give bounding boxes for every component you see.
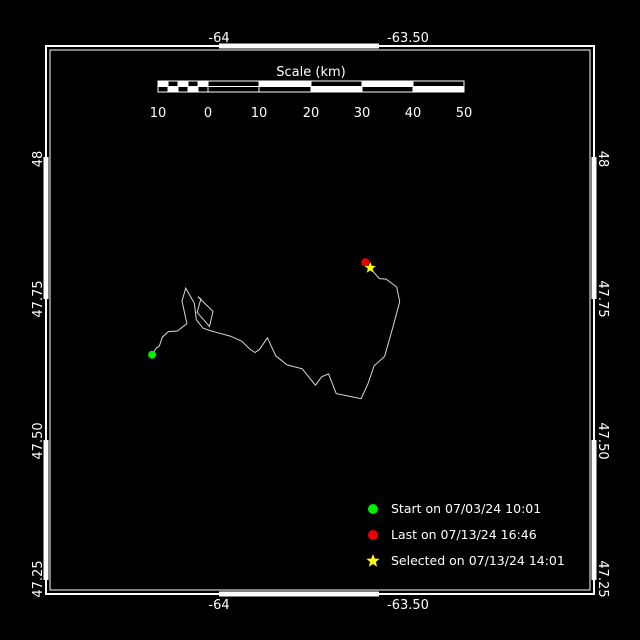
last-marker[interactable] — [361, 258, 370, 267]
top-axis-label-lon2: -63.50 — [387, 31, 429, 46]
legend-start-dot-icon — [368, 504, 378, 514]
legend-selected-label: Selected on 07/13/24 14:01 — [391, 553, 565, 568]
scale-tick-label: 40 — [405, 106, 422, 121]
legend-last-dot-icon — [368, 530, 378, 540]
legend-selected-star-icon — [366, 554, 380, 567]
scale-tick-label: 20 — [303, 106, 320, 121]
scale-tick-label: 10 — [251, 106, 268, 121]
top-axis-label-lon1: -64 — [208, 31, 229, 46]
right-axis-label-lat2: 47.75 — [595, 280, 610, 317]
legend-last-label: Last on 07/13/24 16:46 — [391, 527, 537, 542]
right-axis-label-lat3: 47.50 — [595, 422, 610, 459]
right-axis-label-lat4: 47.25 — [595, 560, 610, 597]
scale-tick-label: 30 — [354, 106, 371, 121]
start-marker[interactable] — [148, 350, 157, 359]
scale-bar: Scale (km) 10 0 10 20 30 40 50 — [150, 65, 473, 121]
left-axis-label-lat3: 47.50 — [31, 422, 46, 459]
map-canvas[interactable]: -64 -63.50 -64 -63.50 48 47.75 47.50 47.… — [0, 0, 640, 640]
drifter-track-loop[interactable] — [196, 296, 214, 328]
scale-tick-label: 0 — [204, 106, 212, 121]
legend-start-label: Start on 07/03/24 10:01 — [391, 501, 541, 516]
left-axis-label-lat4: 47.25 — [31, 560, 46, 597]
scale-title: Scale (km) — [276, 65, 345, 80]
left-axis-label-lat2: 47.75 — [31, 280, 46, 317]
scale-tick-label: 10 — [150, 106, 167, 121]
scale-tick-label: 50 — [456, 106, 473, 121]
drifter-track[interactable] — [151, 267, 401, 400]
bottom-axis-label-lon2: -63.50 — [387, 598, 429, 613]
left-axis-label-lat1: 48 — [31, 151, 46, 168]
legend: Start on 07/03/24 10:01 Last on 07/13/24… — [366, 501, 565, 568]
right-axis-label-lat1: 48 — [595, 151, 610, 168]
bottom-axis-label-lon1: -64 — [208, 598, 229, 613]
